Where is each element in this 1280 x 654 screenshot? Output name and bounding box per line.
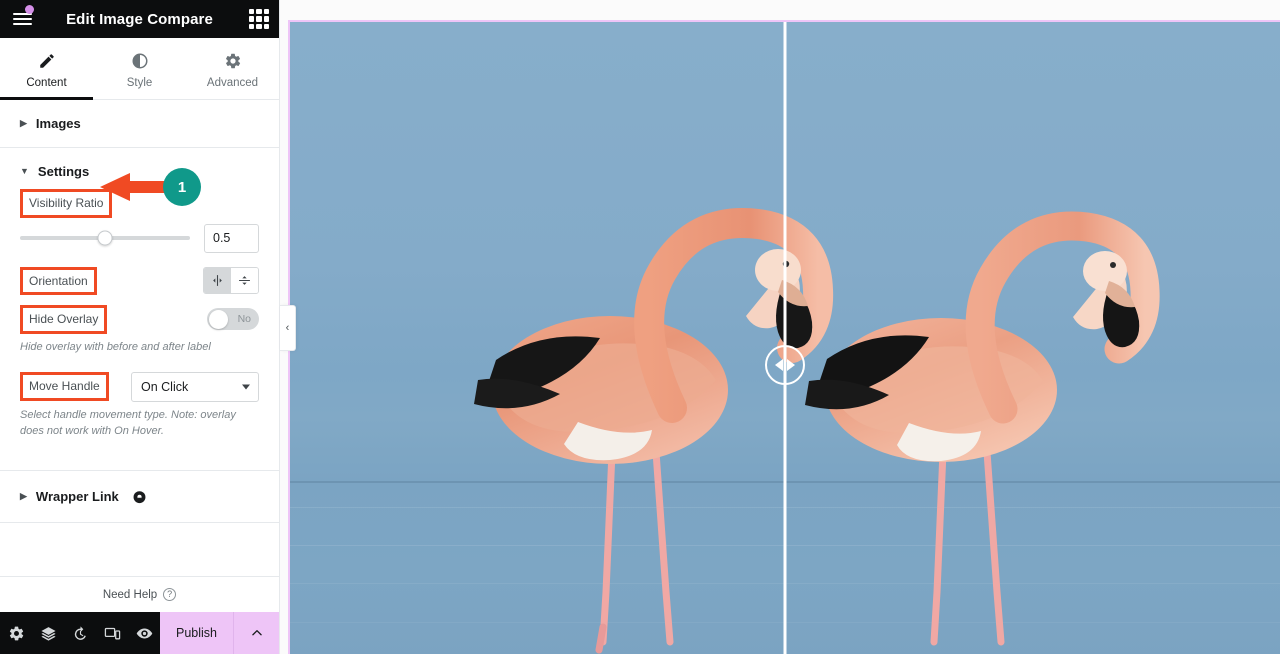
- elementor-editor: Edit Image Compare Content Style Advance…: [0, 0, 1280, 654]
- widgets-grid-icon[interactable]: [249, 9, 269, 29]
- visibility-ratio-input[interactable]: [204, 223, 259, 253]
- visibility-ratio-label: Visibility Ratio: [29, 196, 104, 210]
- move-handle-helper: Select handle movement type. Note: overl…: [20, 408, 236, 437]
- pro-crown-icon: [132, 489, 147, 504]
- section-wrapper-link[interactable]: ▶ Wrapper Link: [0, 471, 279, 522]
- flamingo-left: [460, 122, 834, 654]
- divider: [0, 521, 279, 523]
- settings-gear-icon[interactable]: [0, 612, 32, 654]
- visibility-ratio-control: [20, 223, 259, 253]
- panel-body: ▶ Images ▼ Settings Visibility Ratio 0.5…: [0, 100, 279, 576]
- move-handle-row: Move Handle On Click: [20, 371, 259, 402]
- tab-style-label: Style: [126, 77, 153, 89]
- chevron-right-icon: ▶: [20, 118, 27, 128]
- section-wrapper-link-label: Wrapper Link: [35, 488, 119, 504]
- vertical-split-icon[interactable]: [231, 268, 258, 294]
- gear-icon: [224, 52, 242, 70]
- orientation-label: Orientation: [29, 273, 88, 288]
- panel-footer: Publish: [0, 612, 279, 654]
- panel-collapse-chevron-left-icon[interactable]: ‹: [280, 305, 296, 351]
- tab-style[interactable]: Style: [93, 38, 186, 99]
- chevron-right-icon: ▶: [20, 490, 27, 501]
- flamingo-right: [795, 127, 1160, 654]
- publish-button[interactable]: Publish: [160, 612, 233, 654]
- toggle-knob: [208, 309, 228, 329]
- step-badge-1: 1: [163, 168, 201, 206]
- handle-right-arrow: [787, 358, 795, 371]
- preview-eye-icon[interactable]: [128, 612, 160, 654]
- image-compare-viewport: [290, 22, 1280, 654]
- editor-canvas: [280, 0, 1280, 654]
- drag-handle-arrows-icon[interactable]: [765, 344, 805, 385]
- settings-content: Visibility Ratio Orientation: [0, 189, 279, 470]
- panel-header: Edit Image Compare: [0, 0, 279, 38]
- hamburger-menu-icon[interactable]: [0, 0, 44, 38]
- section-settings-label: Settings: [37, 164, 90, 179]
- need-help-button[interactable]: Need Help ?: [0, 576, 279, 612]
- tab-content-label: Content: [26, 77, 67, 89]
- section-settings[interactable]: ▼ Settings: [0, 148, 279, 189]
- handle-left-arrow: [775, 358, 783, 371]
- compare-divider-line: [783, 22, 787, 654]
- pencil-icon: [38, 52, 56, 70]
- footer-icon-group: [0, 612, 160, 654]
- responsive-mode-icon[interactable]: [96, 612, 128, 654]
- orientation-choices: [203, 267, 259, 295]
- contrast-icon: [131, 52, 149, 70]
- orientation-label-highlight: Orientation: [20, 266, 97, 296]
- hide-overlay-toggle[interactable]: No: [207, 308, 259, 331]
- section-images[interactable]: ▶ Images: [0, 100, 279, 147]
- move-handle-label: Move Handle: [29, 379, 100, 394]
- tab-advanced-label: Advanced: [206, 77, 259, 89]
- history-icon[interactable]: [64, 612, 96, 654]
- move-handle-select-wrap: On Click: [131, 371, 259, 402]
- tab-advanced[interactable]: Advanced: [186, 38, 279, 99]
- publish-options-chevron-up-icon[interactable]: [233, 612, 279, 654]
- panel-tabs: Content Style Advanced: [0, 38, 279, 100]
- move-handle-select[interactable]: On Click: [131, 371, 259, 402]
- editor-panel: Edit Image Compare Content Style Advance…: [0, 0, 280, 654]
- hide-overlay-value: No: [237, 313, 251, 326]
- hide-overlay-label: Hide Overlay: [29, 312, 99, 327]
- hide-overlay-label-highlight: Hide Overlay: [20, 305, 108, 334]
- image-compare-widget[interactable]: [288, 20, 1280, 654]
- notification-dot-icon: [25, 5, 34, 14]
- move-handle-label-highlight: Move Handle: [20, 372, 109, 402]
- question-icon[interactable]: ?: [163, 588, 177, 601]
- section-images-label: Images: [35, 116, 81, 131]
- horizontal-split-icon[interactable]: [204, 268, 231, 294]
- visibility-ratio-slider[interactable]: [20, 230, 190, 246]
- navigator-layers-icon[interactable]: [32, 612, 64, 654]
- orientation-row: Orientation: [20, 266, 259, 296]
- visibility-ratio-label-highlight: Visibility Ratio: [20, 189, 113, 218]
- tab-content[interactable]: Content: [0, 38, 93, 100]
- slider-thumb[interactable]: [97, 230, 113, 246]
- chevron-down-icon: ▼: [20, 166, 29, 176]
- hide-overlay-helper: Hide overlay with before and after label: [20, 340, 211, 353]
- need-help-label: Need Help: [102, 588, 158, 601]
- hide-overlay-row: Hide Overlay No: [20, 305, 259, 334]
